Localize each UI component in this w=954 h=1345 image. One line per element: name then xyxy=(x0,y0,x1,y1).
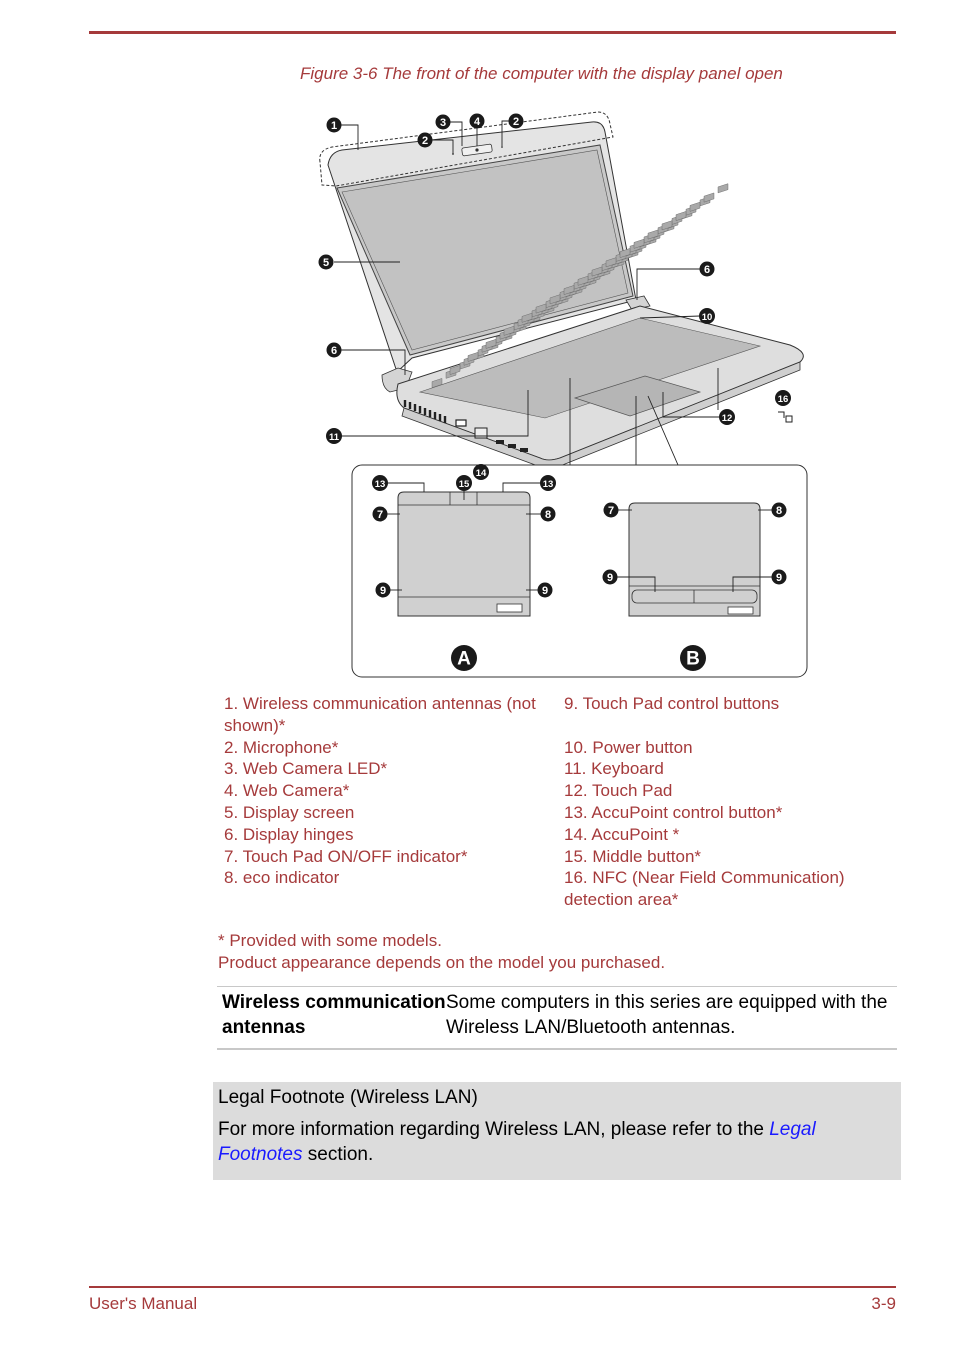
definition-term: Wireless communication antennas xyxy=(222,992,446,1038)
callout-number: 15 xyxy=(459,479,470,490)
definition-description: Some computers in this series are equipp… xyxy=(446,992,888,1038)
callout-number: 2 xyxy=(422,135,428,147)
legend-item: 16. NFC (Near Field Communication) detec… xyxy=(564,868,845,910)
callout-number: 12 xyxy=(722,413,733,424)
footnote: * Provided with some models. Product app… xyxy=(218,930,665,974)
callout-number: 2 xyxy=(513,116,519,128)
callout-number: 14 xyxy=(476,468,487,479)
figure-caption: Figure 3-6 The front of the computer wit… xyxy=(300,64,783,83)
callout-number: 13 xyxy=(543,479,554,490)
legend-item: 2. Microphone* xyxy=(224,737,339,757)
legal-footnote-title: Legal Footnote (Wireless LAN) xyxy=(218,1087,478,1108)
definition-table: Wireless communication antennas Some com… xyxy=(217,986,897,1050)
legend-item: 1. Wireless communication antennas (not … xyxy=(224,694,536,735)
legend-item: 9. Touch Pad control buttons xyxy=(564,694,780,713)
legend-item: 14. AccuPoint * xyxy=(564,824,680,844)
footer-title: User's Manual xyxy=(89,1294,198,1313)
callout-number: 9 xyxy=(542,585,548,597)
legend-item: 8. eco indicator xyxy=(224,868,340,888)
callout-number: 7 xyxy=(608,505,614,517)
variant-label: B xyxy=(686,649,700,670)
callout-number: 9 xyxy=(776,572,782,584)
callout-number: 5 xyxy=(323,257,329,269)
footnote-line: * Provided with some models. xyxy=(218,931,442,950)
footer-rule xyxy=(89,1286,896,1288)
legend-item: 13. AccuPoint control button* xyxy=(564,802,783,822)
legend-item: 4. Web Camera* xyxy=(224,781,350,801)
callout-number: 3 xyxy=(440,117,446,129)
callout-number: 9 xyxy=(380,585,386,597)
legal-footnote-box: Legal Footnote (Wireless LAN) For more i… xyxy=(213,1082,901,1180)
legend-item: 6. Display hinges xyxy=(224,824,354,844)
legend-item: 11. Keyboard xyxy=(564,759,664,779)
legend-item: 5. Display screen xyxy=(224,802,355,822)
legend-left-column: 1. Wireless communication antennas (not … xyxy=(224,693,554,889)
legend-item: 12. Touch Pad xyxy=(564,781,673,801)
callout-number: 11 xyxy=(329,432,340,443)
legend-item: 10. Power button xyxy=(564,737,693,757)
legend-right-column: 9. Touch Pad control buttons 10. Power b… xyxy=(564,693,894,911)
legend-item: 7. Touch Pad ON/OFF indicator* xyxy=(224,846,468,866)
header-rule xyxy=(89,31,896,34)
page-number: 3-9 xyxy=(871,1294,896,1313)
callout-number: 7 xyxy=(377,509,383,521)
laptop-figure: 123 4 2566101116121413 15 137 89 97 89 9A B xyxy=(318,111,808,678)
callout-number: 8 xyxy=(545,509,551,521)
keyboard-key xyxy=(717,183,729,194)
legal-footnote-body: For more information regarding Wireless … xyxy=(218,1117,888,1167)
nfc-icon xyxy=(778,411,793,423)
callout-number: 16 xyxy=(778,394,789,405)
callout-number: 6 xyxy=(331,345,337,357)
legend-item: 15. Middle button* xyxy=(564,846,702,866)
callout-number: 6 xyxy=(704,264,710,276)
legal-body-suffix: section. xyxy=(302,1144,374,1165)
legend-spacer xyxy=(564,715,894,737)
touchpad-variant-a xyxy=(386,482,542,617)
callout-number: 9 xyxy=(607,572,613,584)
legal-body-prefix: For more information regarding Wireless … xyxy=(218,1119,770,1140)
callout-number: 4 xyxy=(474,116,481,128)
callout-number: 1 xyxy=(331,120,337,132)
variant-label: A xyxy=(457,649,471,670)
touchpad-variant-b xyxy=(617,502,773,617)
callout-number: 8 xyxy=(776,505,782,517)
callout-number: 13 xyxy=(375,479,386,490)
callout-number: 10 xyxy=(702,312,713,323)
legend-item: 3. Web Camera LED* xyxy=(224,759,388,779)
footnote-line: Product appearance depends on the model … xyxy=(218,953,666,972)
